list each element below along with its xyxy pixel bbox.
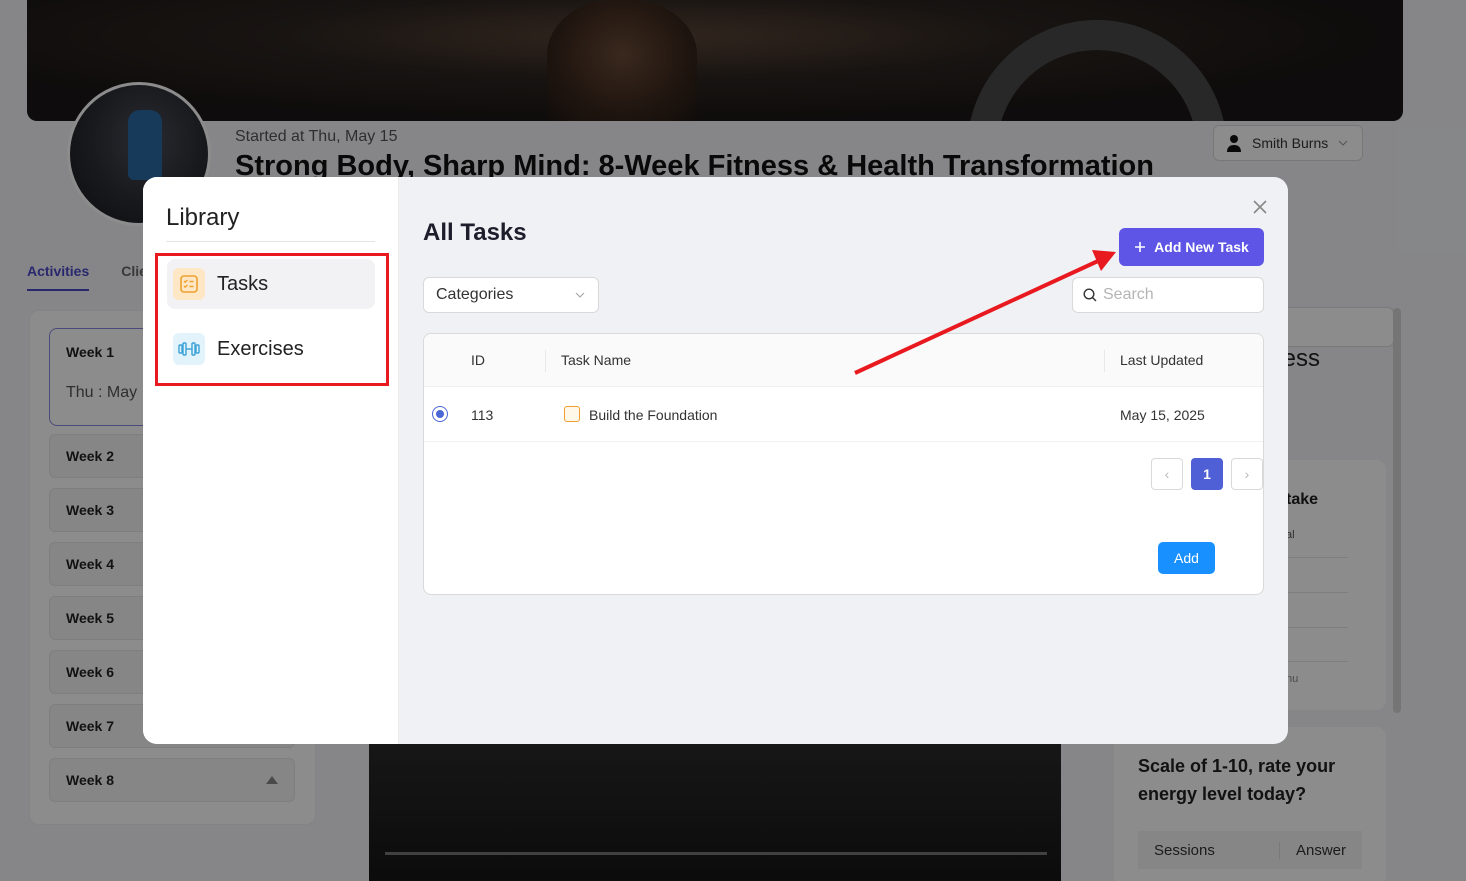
library-modal: Library Tasks Exercises All Tasks Add Ne…: [143, 177, 1288, 744]
add-new-task-label: Add New Task: [1154, 239, 1249, 255]
row-radio[interactable]: [432, 406, 448, 422]
task-name: Build the Foundation: [589, 407, 718, 423]
page-title: All Tasks: [423, 219, 527, 246]
library-sidebar: Library Tasks Exercises: [143, 177, 399, 744]
search-icon: [1083, 288, 1097, 302]
tasks-main: All Tasks Add New Task Categories ID Tas…: [399, 177, 1288, 744]
dumbbell-icon: [173, 333, 205, 365]
add-button[interactable]: Add: [1158, 542, 1215, 574]
table-header: ID Task Name Last Updated: [424, 334, 1263, 387]
tasks-table: ID Task Name Last Updated 113 Build the …: [423, 333, 1264, 595]
library-title: Library: [166, 204, 240, 231]
task-updated: May 15, 2025: [1120, 407, 1205, 423]
library-item-exercises[interactable]: Exercises: [167, 324, 375, 374]
close-icon[interactable]: [1250, 197, 1270, 217]
categories-value: Categories: [436, 286, 514, 303]
column-header-id[interactable]: ID: [471, 352, 485, 368]
categories-select[interactable]: Categories: [423, 277, 599, 313]
divider: [166, 241, 375, 242]
pagination-prev-button[interactable]: ‹: [1151, 458, 1183, 490]
column-header-last-updated[interactable]: Last Updated: [1120, 352, 1203, 368]
column-header-task-name[interactable]: Task Name: [561, 352, 631, 368]
table-row[interactable]: 113 Build the Foundation May 15, 2025: [424, 387, 1263, 442]
library-item-label: Exercises: [217, 337, 304, 360]
library-item-label: Tasks: [217, 272, 269, 295]
pagination-next-button[interactable]: ›: [1231, 458, 1263, 490]
pagination-page-1[interactable]: 1: [1191, 458, 1223, 490]
search-input[interactable]: [1103, 286, 1253, 304]
task-list-icon: [173, 268, 205, 300]
add-new-task-button[interactable]: Add New Task: [1119, 228, 1264, 266]
plus-icon: [1135, 242, 1146, 252]
library-item-tasks[interactable]: Tasks: [167, 259, 375, 309]
chevron-down-icon: [575, 292, 585, 298]
task-id: 113: [471, 407, 494, 423]
task-list-icon: [564, 406, 580, 422]
search-box[interactable]: [1072, 277, 1264, 313]
